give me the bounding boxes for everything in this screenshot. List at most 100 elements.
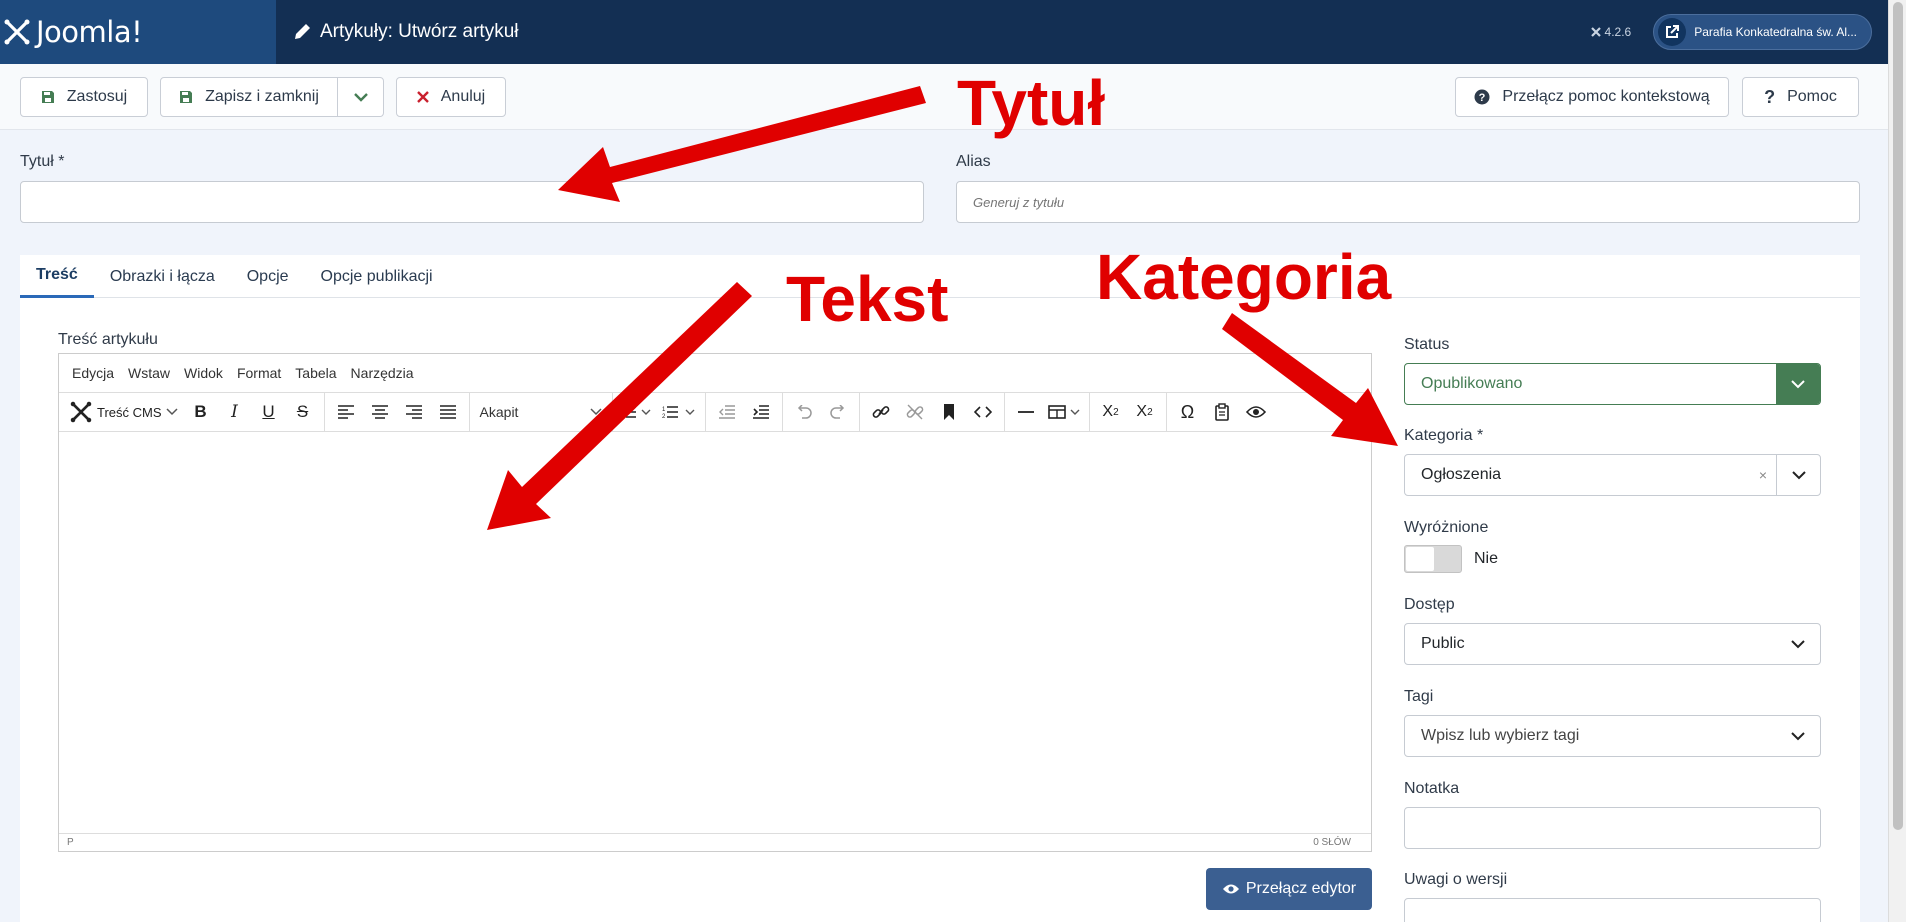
numbered-list-icon[interactable]: 12 [657, 397, 701, 427]
version-note-input[interactable] [1404, 898, 1821, 922]
tags-label: Tagi [1404, 688, 1434, 705]
version-number: 4.2.6 [1604, 25, 1632, 39]
status-label: Status [1404, 336, 1450, 353]
toggle-editor-button[interactable]: Przełącz edytor [1206, 868, 1372, 910]
tab-options[interactable]: Opcje [231, 255, 305, 298]
chevron-down-icon [1776, 455, 1820, 495]
undo-icon[interactable] [787, 397, 821, 427]
cms-select-label: Treść CMS [97, 404, 162, 420]
word-count: 0 SŁÓW [1313, 837, 1351, 848]
category-select[interactable]: Ogłoszenia × [1404, 454, 1821, 496]
unlink-icon[interactable] [898, 397, 932, 427]
annotation-title: Tytuł [957, 67, 1106, 139]
featured-value: Nie [1474, 550, 1499, 567]
menu-table[interactable]: Tabela [295, 365, 336, 381]
preview-eye-icon[interactable] [1239, 397, 1273, 427]
link-icon[interactable] [864, 397, 898, 427]
access-label: Dostęp [1404, 596, 1455, 613]
block-format-select[interactable]: Akapit [474, 404, 608, 420]
table-icon[interactable] [1043, 397, 1085, 427]
save-options-dropdown[interactable] [338, 78, 383, 116]
menu-tools[interactable]: Narzędzia [351, 365, 414, 381]
chevron-down-icon [166, 408, 178, 416]
horizontal-line-icon[interactable] [1009, 397, 1043, 427]
menu-view[interactable]: Widok [184, 365, 223, 381]
indent-icon[interactable] [744, 397, 778, 427]
vertical-scrollbar[interactable] [1888, 0, 1906, 922]
chevron-down-icon [353, 93, 368, 102]
strikethrough-icon[interactable]: S [286, 397, 320, 427]
italic-icon[interactable]: I [218, 397, 252, 427]
editor-content-area[interactable] [59, 433, 1371, 820]
access-select[interactable]: Public [1404, 623, 1821, 665]
annotation-text: Tekst [786, 263, 949, 335]
cms-content-select[interactable]: Treść CMS [67, 400, 184, 424]
svg-text:?: ? [1479, 92, 1486, 104]
eye-icon [1222, 884, 1239, 894]
save-icon [180, 91, 193, 103]
cancel-button[interactable]: Anuluj [396, 77, 506, 117]
align-center-icon[interactable] [363, 397, 397, 427]
status-select[interactable]: Opublikowano [1404, 363, 1821, 405]
bullet-list-icon[interactable] [617, 397, 657, 427]
bookmark-icon[interactable] [932, 397, 966, 427]
chevron-down-icon [590, 408, 602, 416]
redo-icon[interactable] [821, 397, 855, 427]
editor-statusbar: P 0 SŁÓW [59, 833, 1371, 851]
paste-text-icon[interactable] [1205, 397, 1239, 427]
access-value: Public [1421, 635, 1465, 652]
help-button[interactable]: ? Pomoc [1742, 77, 1859, 117]
featured-toggle[interactable] [1404, 545, 1462, 573]
editor-label: Treść artykułu [58, 331, 158, 348]
clear-icon[interactable]: × [1750, 467, 1776, 483]
chevron-down-icon [1776, 364, 1820, 404]
action-toolbar: Zastosuj Zapisz i zamknij Anuluj ? Przeł… [0, 64, 1888, 130]
format-select-label: Akapit [479, 404, 519, 420]
align-justify-icon[interactable] [431, 397, 465, 427]
pencil-icon [295, 24, 310, 39]
help-label: Pomoc [1787, 88, 1837, 105]
status-value: Opublikowano [1421, 375, 1523, 392]
note-input[interactable] [1404, 807, 1821, 849]
alias-input[interactable] [956, 181, 1860, 223]
save-close-button[interactable]: Zapisz i zamknij [161, 78, 338, 116]
outdent-icon[interactable] [710, 397, 744, 427]
close-icon [416, 91, 429, 103]
view-site-button[interactable]: Parafia Konkatedralna św. Al... [1653, 14, 1872, 50]
toggle-help-button[interactable]: ? Przełącz pomoc kontekstową [1455, 77, 1729, 117]
underline-icon[interactable]: U [252, 397, 286, 427]
tab-content[interactable]: Treść [20, 255, 94, 298]
subscript-icon[interactable]: X2 [1094, 397, 1128, 427]
external-link-icon [1658, 18, 1687, 46]
superscript-icon[interactable]: X2 [1128, 397, 1162, 427]
tab-publishing[interactable]: Opcje publikacji [305, 255, 449, 298]
special-character-icon[interactable]: Ω [1171, 397, 1205, 427]
page-title-text: Artykuły: Utwórz artykuł [320, 21, 519, 42]
menu-edit[interactable]: Edycja [72, 365, 114, 381]
code-icon[interactable] [966, 397, 1000, 427]
note-label: Notatka [1404, 780, 1460, 797]
element-path[interactable]: P [67, 837, 74, 848]
svg-text:1: 1 [662, 407, 666, 413]
joomla-logo[interactable]: Joomla! [0, 0, 276, 64]
rich-text-editor: Edycja Wstaw Widok Format Tabela Narzędz… [58, 353, 1372, 852]
tags-select[interactable]: Wpisz lub wybierz tagi [1404, 715, 1821, 757]
align-right-icon[interactable] [397, 397, 431, 427]
version-note-label: Uwagi o wersji [1404, 871, 1508, 888]
toggle-knob [1406, 547, 1434, 571]
site-name: Parafia Konkatedralna św. Al... [1694, 25, 1857, 39]
align-left-icon[interactable] [329, 397, 363, 427]
apply-button[interactable]: Zastosuj [20, 77, 148, 117]
joomla-logo-icon [4, 19, 30, 45]
bold-icon[interactable]: B [184, 397, 218, 427]
app-header: Joomla! Artykuły: Utwórz artykuł 4.2.6 P… [0, 0, 1888, 64]
featured-label: Wyróżnione [1404, 519, 1489, 536]
title-input[interactable] [20, 181, 924, 223]
svg-text:2: 2 [662, 414, 666, 419]
menu-format[interactable]: Format [237, 365, 281, 381]
category-label: Kategoria * [1404, 427, 1484, 444]
scrollbar-thumb[interactable] [1893, 2, 1903, 830]
tab-images-links[interactable]: Obrazki i łącza [94, 255, 231, 298]
menu-insert[interactable]: Wstaw [128, 365, 170, 381]
page-title: Artykuły: Utwórz artykuł [292, 21, 518, 43]
